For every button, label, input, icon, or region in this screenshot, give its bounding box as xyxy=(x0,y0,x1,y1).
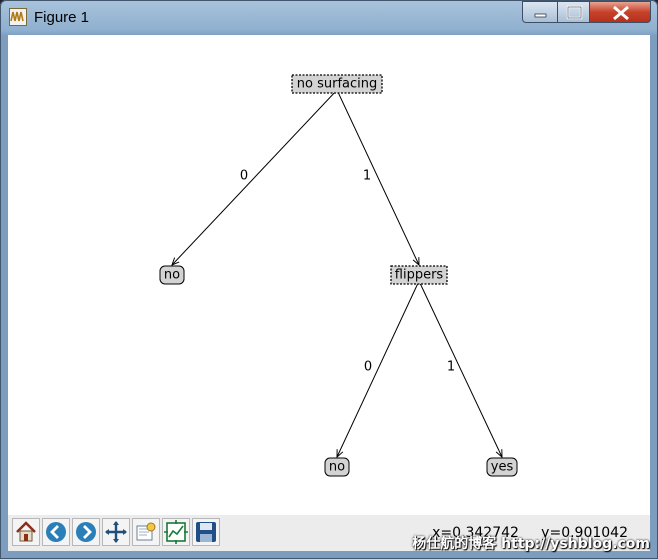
edge-label-1: 1 xyxy=(362,168,372,184)
figure-window: Figure 1 0 1 0 1 no surfacing no flippers no yes xyxy=(0,0,658,559)
node-label-root: no surfacing xyxy=(296,76,378,92)
edge-label-2: 0 xyxy=(363,359,373,375)
tree-diagram xyxy=(159,74,518,477)
home-icon[interactable] xyxy=(12,518,40,546)
node-label-no1: no xyxy=(163,267,181,283)
node-label-no2: no xyxy=(328,459,346,475)
tree-edge-2 xyxy=(337,280,420,457)
maximize-button[interactable] xyxy=(557,1,590,23)
tree-edge-0 xyxy=(172,89,338,265)
close-button[interactable] xyxy=(589,1,651,23)
minimize-button[interactable] xyxy=(522,1,558,23)
forward-icon[interactable] xyxy=(72,518,100,546)
title-bar[interactable]: Figure 1 xyxy=(0,0,658,34)
tree-edge-1 xyxy=(336,89,419,265)
edge-label-3: 1 xyxy=(446,359,456,375)
figure-client-area: 0 1 0 1 no surfacing no flippers no yes xyxy=(8,35,650,551)
app-icon xyxy=(9,8,27,26)
edge-label-0: 0 xyxy=(239,168,249,184)
zoom-icon[interactable] xyxy=(132,518,160,546)
back-icon[interactable] xyxy=(42,518,70,546)
pan-icon[interactable] xyxy=(102,518,130,546)
window-title: Figure 1 xyxy=(34,9,90,26)
subplots-icon[interactable] xyxy=(162,518,190,546)
save-icon[interactable] xyxy=(192,518,220,546)
node-label-yes: yes xyxy=(490,459,514,475)
plot-canvas[interactable]: 0 1 0 1 no surfacing no flippers no yes xyxy=(8,35,650,515)
watermark-text: 杨仕航的博客 http://yshblog.com xyxy=(412,536,650,552)
tree-edge-3 xyxy=(418,280,502,457)
node-label-flippers: flippers xyxy=(394,267,444,283)
